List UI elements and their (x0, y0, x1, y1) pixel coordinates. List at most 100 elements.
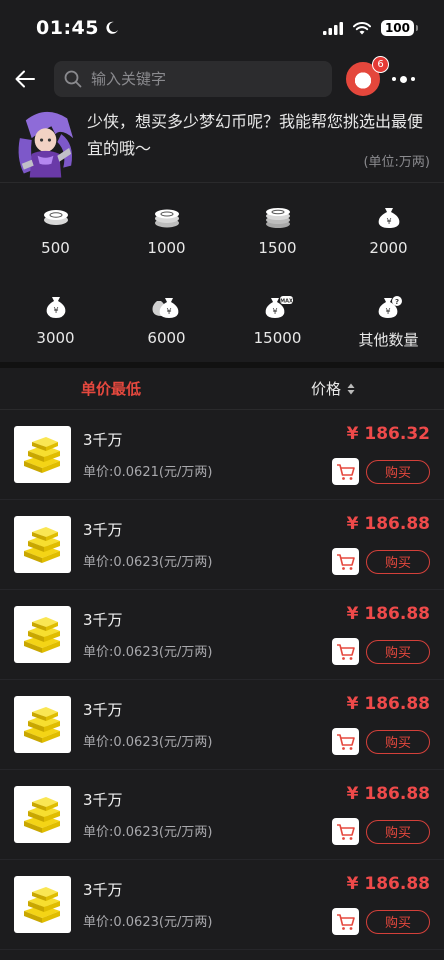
notification-badge: 6 (372, 56, 389, 73)
sort-by-price[interactable]: 价格 (222, 378, 444, 399)
search-input[interactable] (91, 70, 311, 88)
item-title: 3千万 (83, 701, 123, 719)
moon-icon (106, 21, 118, 34)
list-item[interactable]: 3千万 单价:0.0623(元/万两) ¥ 186.88 购买 (0, 500, 444, 590)
back-button[interactable] (8, 62, 42, 96)
item-actions: 购买 (332, 458, 430, 485)
coin-stack-icon (154, 209, 179, 228)
buy-button[interactable]: 购买 (366, 729, 430, 754)
quantity-option-500[interactable]: 500 (0, 205, 111, 295)
listing-list: 3千万 单价:0.0621(元/万两) ¥ 186.32 购买 3千万 单价:0 (0, 410, 444, 950)
more-dot (400, 75, 407, 83)
quantity-option-1000[interactable]: 1000 (111, 205, 222, 295)
item-actions: 购买 (332, 638, 430, 665)
item-actions: 购买 (332, 548, 430, 575)
quantity-option-3000[interactable]: ¥ 3000 (0, 295, 111, 385)
more-dot (411, 77, 415, 81)
cart-icon (336, 643, 355, 660)
cart-icon (336, 823, 355, 840)
quantity-label: 其他数量 (358, 331, 419, 349)
unit-note: (单位:万两) (363, 155, 430, 170)
item-info: 3千万 单价:0.0623(元/万两) (83, 789, 212, 840)
svg-text:¥: ¥ (272, 307, 277, 316)
svg-text:¥: ¥ (166, 307, 171, 316)
cart-icon (336, 463, 355, 480)
arrow-left-icon (15, 70, 35, 88)
quantity-label: 15000 (253, 329, 302, 347)
add-to-cart-button[interactable] (332, 548, 359, 575)
search-icon (64, 70, 82, 88)
item-title: 3千万 (83, 611, 123, 629)
add-to-cart-button[interactable] (332, 728, 359, 755)
more-button[interactable] (392, 75, 415, 83)
add-to-cart-button[interactable] (332, 818, 359, 845)
quantity-option-1500[interactable]: 1500 (222, 205, 333, 295)
quantity-option-2000[interactable]: ¥ 2000 (333, 205, 444, 295)
quantity-label: 500 (41, 239, 70, 257)
gold-bars-icon (23, 616, 60, 653)
mascot-illustration (18, 111, 74, 178)
item-price: ¥ 186.88 (346, 604, 430, 624)
gold-bars-thumbnail (14, 426, 71, 483)
item-info: 3千万 单价:0.0623(元/万两) (83, 609, 212, 660)
item-price: ¥ 186.88 (346, 694, 430, 714)
coin-stack-icon (43, 210, 68, 225)
gold-bars-thumbnail (14, 606, 71, 663)
svg-text:?: ? (394, 298, 398, 306)
cart-icon (336, 913, 355, 930)
item-price: ¥ 186.32 (346, 424, 430, 444)
svg-text:¥: ¥ (53, 306, 58, 315)
gold-bars-icon (23, 796, 60, 833)
svg-text:MAX: MAX (280, 298, 293, 304)
gold-bars-icon (23, 886, 60, 923)
money-bag-icon: ¥ (46, 297, 65, 318)
svg-text:¥: ¥ (385, 307, 390, 316)
quantity-option-15000[interactable]: ¥ MAX 15000 (222, 295, 333, 385)
item-title: 3千万 (83, 791, 123, 809)
money-bags-icon: ¥ (152, 298, 178, 318)
item-actions: 购买 (332, 818, 430, 845)
intro-message: 少侠，想买多少梦幻币呢？我能帮您挑选出最便宜的哦～ (87, 112, 424, 158)
add-to-cart-button[interactable] (332, 458, 359, 485)
buy-button[interactable]: 购买 (366, 459, 430, 484)
status-time: 01:45 (36, 17, 119, 39)
gold-bars-thumbnail (14, 786, 71, 843)
sort-arrows-icon (347, 383, 355, 394)
item-info: 3千万 单价:0.0623(元/万两) (83, 519, 212, 570)
list-item[interactable]: 3千万 单价:0.0623(元/万两) ¥ 186.88 购买 (0, 770, 444, 860)
quantity-option-6000[interactable]: ¥ 6000 (111, 295, 222, 385)
gold-bars-icon (23, 436, 60, 473)
item-actions: 购买 (332, 908, 430, 935)
list-item[interactable]: 3千万 单价:0.0623(元/万两) ¥ 186.88 购买 (0, 680, 444, 770)
add-to-cart-button[interactable] (332, 908, 359, 935)
battery-indicator: 100 (380, 20, 419, 36)
svg-text:¥: ¥ (386, 217, 391, 226)
buy-button[interactable]: 购买 (366, 549, 430, 574)
buy-button[interactable]: 购买 (366, 909, 430, 934)
search-bar[interactable] (54, 61, 332, 97)
list-item[interactable]: 3千万 单价:0.0621(元/万两) ¥ 186.32 购买 (0, 410, 444, 500)
money-bag-icon: ¥ (378, 208, 399, 228)
status-bar: 01:45 100 (0, 0, 444, 56)
item-info: 3千万 单价:0.0623(元/万两) (83, 699, 212, 750)
quantity-option-other[interactable]: ¥ ? 其他数量 (333, 295, 444, 385)
item-unit-price: 单价:0.0623(元/万两) (83, 555, 213, 570)
list-item[interactable]: 3千万 单价:0.0623(元/万两) ¥ 186.88 购买 (0, 590, 444, 680)
item-unit-price: 单价:0.0623(元/万两) (83, 645, 213, 660)
buy-button[interactable]: 购买 (366, 819, 430, 844)
buy-button[interactable]: 购买 (366, 639, 430, 664)
item-unit-price: 单价:0.0623(元/万两) (83, 825, 213, 840)
money-bag-question-icon: ¥ ? (378, 296, 402, 318)
sort-lowest-unit-price[interactable]: 单价最低 (0, 378, 222, 399)
list-item[interactable]: 3千万 单价:0.0623(元/万两) ¥ 186.88 购买 (0, 860, 444, 950)
item-unit-price: 单价:0.0621(元/万两) (83, 465, 213, 480)
cart-icon (336, 733, 355, 750)
quantity-label: 2000 (369, 239, 408, 257)
gold-bars-thumbnail (14, 876, 71, 933)
message-center[interactable]: 6 (346, 56, 389, 96)
wifi-icon (352, 21, 371, 34)
item-price: ¥ 186.88 (346, 514, 430, 534)
item-actions: 购买 (332, 728, 430, 755)
add-to-cart-button[interactable] (332, 638, 359, 665)
quantity-grid: 500 1000 1500 ¥ 2000 ¥ 3000 ¥ 6000 ¥ MAX… (0, 182, 444, 362)
